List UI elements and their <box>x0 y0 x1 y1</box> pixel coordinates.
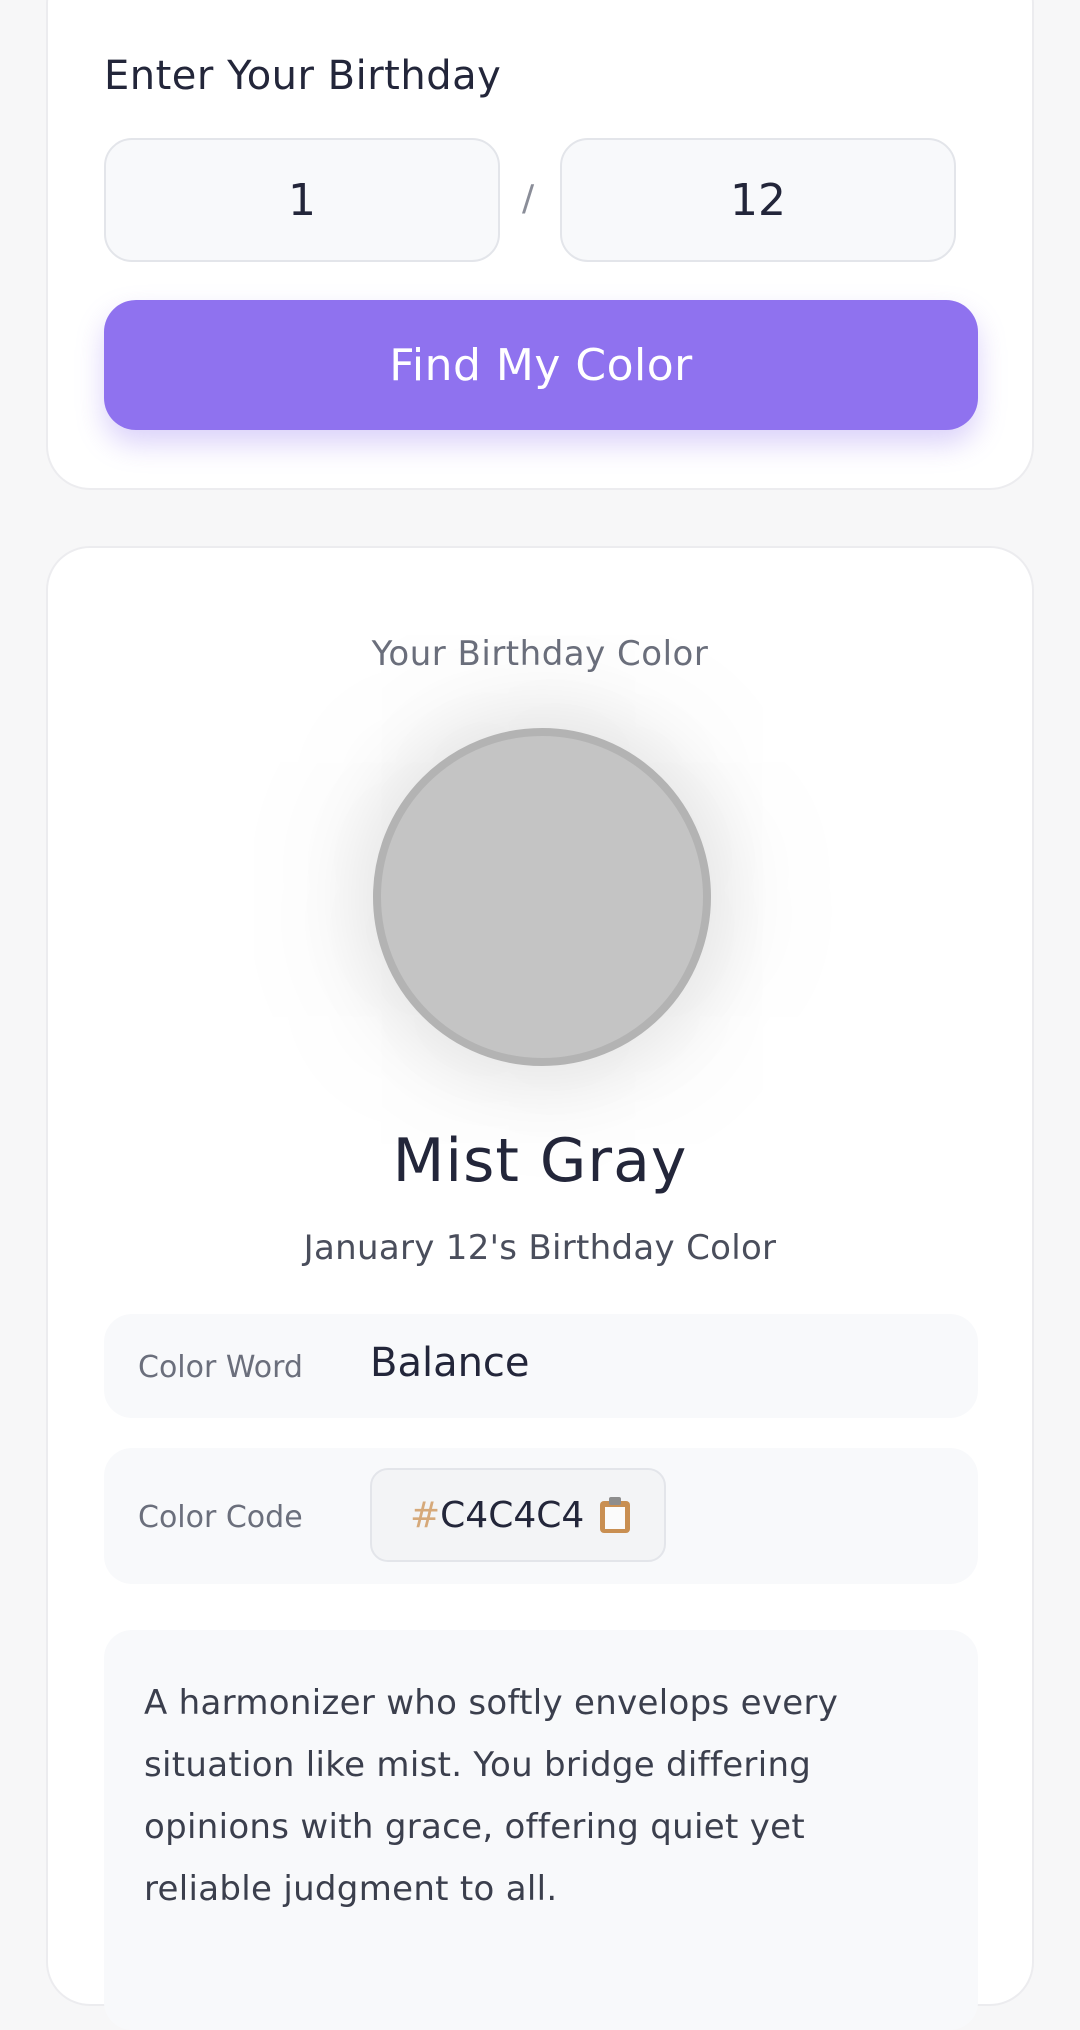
color-word-row: Color Word Balance <box>104 1314 978 1418</box>
color-name: Mist Gray <box>392 1126 688 1196</box>
day-input[interactable]: 12 <box>560 138 956 262</box>
color-code-label: Color Code <box>138 1500 303 1535</box>
color-code-row: Color Code # C4C4C4 <box>104 1448 978 1584</box>
find-my-color-button[interactable]: Find My Color <box>104 300 978 430</box>
color-word-value: Balance <box>370 1340 530 1386</box>
color-code-hash: # <box>410 1494 441 1536</box>
date-separator: / <box>522 178 535 219</box>
color-swatch <box>373 728 711 1066</box>
clipboard-icon <box>600 1497 631 1533</box>
color-code-value: C4C4C4 <box>440 1494 585 1536</box>
color-subtitle: January 12's Birthday Color <box>303 1228 777 1268</box>
copy-color-code-button[interactable]: # C4C4C4 <box>370 1468 666 1562</box>
input-section-title: Enter Your Birthday <box>104 53 502 99</box>
color-description: A harmonizer who softly envelops every s… <box>104 1630 978 2030</box>
month-input[interactable]: 1 <box>104 138 500 262</box>
result-label: Your Birthday Color <box>371 634 709 674</box>
birthday-input-card: Enter Your Birthday 1 / 12 Find My Color <box>46 0 1034 490</box>
color-word-label: Color Word <box>138 1350 303 1385</box>
result-card: Your Birthday Color Mist Gray January 12… <box>46 546 1034 2030</box>
